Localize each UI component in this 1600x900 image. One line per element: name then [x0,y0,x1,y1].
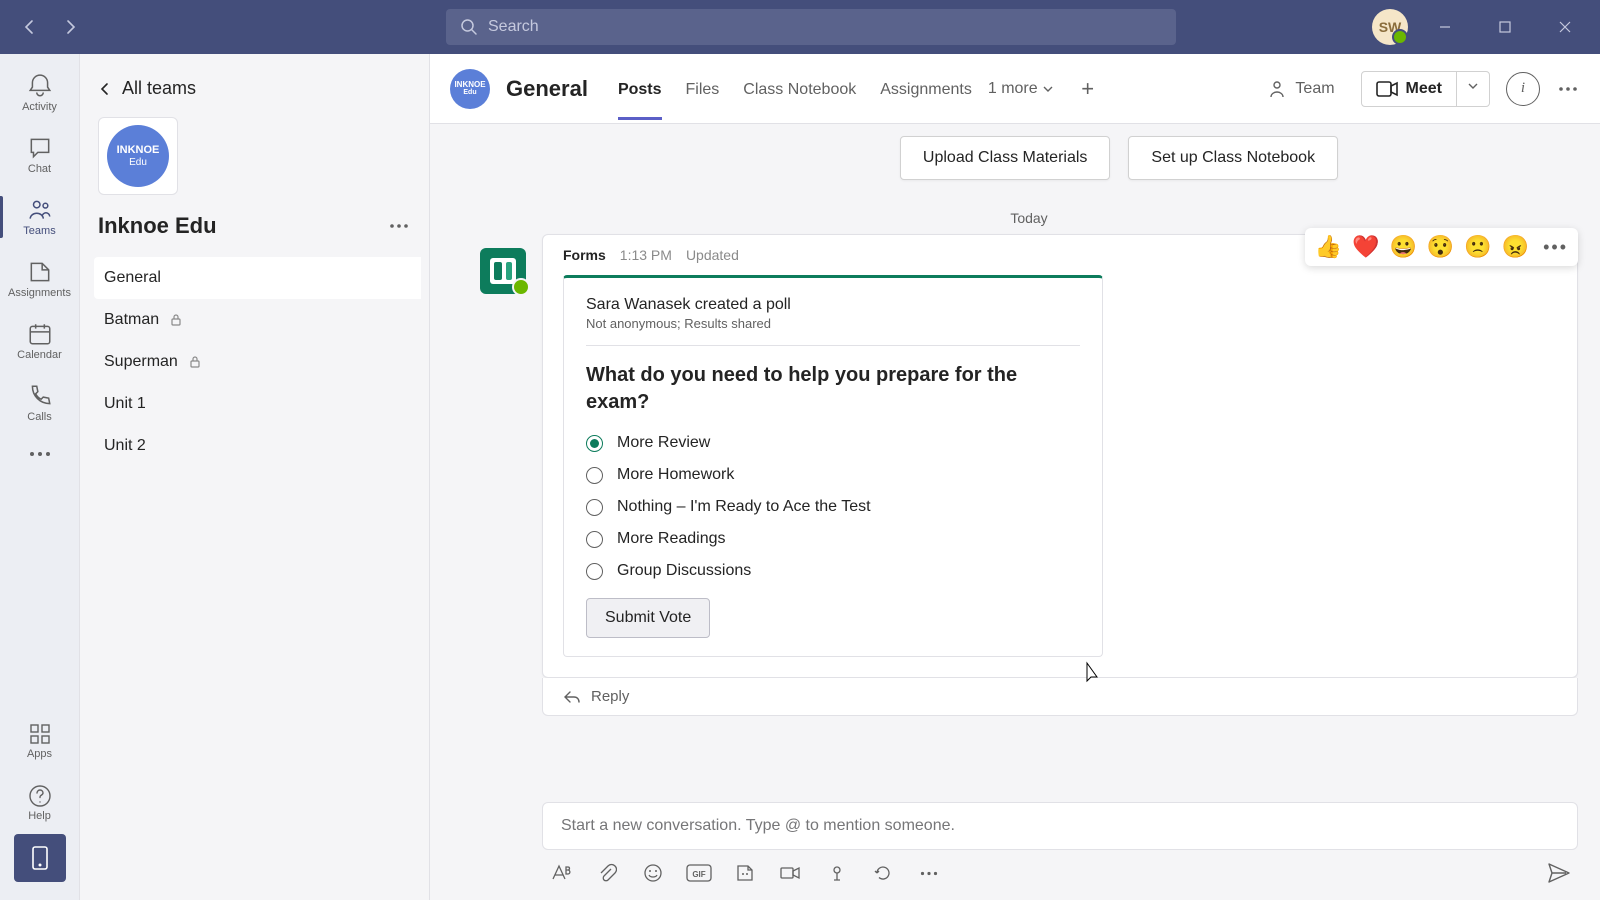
forms-app-avatar [480,248,526,294]
rail-activity[interactable]: Activity [0,62,80,124]
channel-header: INKNOEEdu General Posts Files Class Notebo… [430,54,1600,124]
window-maximize-button[interactable] [1482,9,1528,45]
reaction-more[interactable]: ••• [1539,237,1568,258]
tab-add-button[interactable]: + [1070,71,1106,107]
header-more-button[interactable] [1556,80,1580,98]
message-time: 1:13 PM [620,247,672,263]
radio-icon [586,499,603,516]
channel-avatar: INKNOEEdu [450,69,490,109]
rail-apps[interactable]: Apps [0,710,80,772]
team-name: Inknoe Edu [98,213,385,239]
poll-author: Sara Wanasek created a poll [586,296,1080,314]
titlebar: Search SW [0,0,1600,54]
rail-more[interactable] [0,434,80,474]
nav-forward-button[interactable] [52,9,88,45]
tabs-more[interactable]: 1 more [988,80,1054,98]
nav-back-button[interactable] [12,9,48,45]
radio-icon [586,531,603,548]
svg-text:GIF: GIF [692,870,705,879]
reaction-laugh[interactable]: 😀 [1389,234,1416,260]
radio-icon [586,467,603,484]
meet-button[interactable]: Meet [1362,72,1456,106]
tab-class-notebook[interactable]: Class Notebook [743,59,856,119]
chevron-down-icon [1042,83,1054,95]
meetnow-button[interactable] [778,860,804,886]
reaction-heart[interactable]: ❤️ [1352,234,1379,260]
tab-posts[interactable]: Posts [618,59,662,119]
poll-option[interactable]: Group Discussions [586,562,1080,580]
channel-general[interactable]: General [94,257,421,299]
user-avatar[interactable]: SW [1372,9,1408,45]
main-area: INKNOEEdu General Posts Files Class Notebo… [430,54,1600,900]
sticker-button[interactable] [732,860,758,886]
lock-icon [169,313,183,327]
poll-question: What do you need to help you prepare for… [586,362,1080,416]
team-logo[interactable]: INKNOEEdu [98,117,178,195]
poll-option[interactable]: Nothing – I'm Ready to Ace the Test [586,498,1080,516]
channel-title: General [506,76,588,102]
reaction-bar: 👍 ❤️ 😀 😯 🙁 😠 ••• [1305,228,1578,266]
radio-icon [586,435,603,452]
submit-vote-button[interactable]: Submit Vote [586,598,710,638]
channel-unit-1[interactable]: Unit 1 [94,383,421,425]
rail-calendar[interactable]: Calendar [0,310,80,372]
reaction-angry[interactable]: 😠 [1502,234,1529,260]
stream-button[interactable] [824,860,850,886]
reaction-surprised[interactable]: 😯 [1427,234,1454,260]
lock-icon [188,355,202,369]
chevron-down-icon [1467,80,1479,92]
reaction-thumbsup[interactable]: 👍 [1315,234,1342,260]
rail-help[interactable]: Help [0,772,80,834]
poll-option[interactable]: More Readings [586,530,1080,548]
date-separator: Today [480,210,1578,226]
poll-card: Sara Wanasek created a poll Not anonymou… [563,275,1103,657]
attach-button[interactable] [594,860,620,886]
all-teams-back[interactable]: All teams [94,68,421,117]
format-button[interactable] [548,860,574,886]
tab-files[interactable]: Files [686,59,720,119]
search-icon [460,18,478,36]
team-info-button[interactable]: Team [1257,73,1344,105]
info-button[interactable]: i [1506,72,1540,106]
gif-button[interactable]: GIF [686,860,712,886]
compose-area: Start a new conversation. Type @ to ment… [542,802,1578,886]
message-app-name: Forms [563,247,606,263]
poll-subtext: Not anonymous; Results shared [586,316,1080,346]
chevron-left-icon [98,82,112,96]
radio-icon [586,563,603,580]
rail-assignments[interactable]: Assignments [0,248,80,310]
message-status: Updated [686,247,739,263]
reply-button[interactable]: Reply [542,678,1578,716]
channel-batman[interactable]: Batman [94,299,421,341]
rail-chat[interactable]: Chat [0,124,80,186]
message-card: Forms 1:13 PM Updated Sara Wanasek creat… [542,234,1578,678]
compose-more-button[interactable] [916,860,942,886]
reply-icon [563,689,581,705]
team-more-button[interactable] [385,219,413,233]
loop-button[interactable] [870,860,896,886]
search-input[interactable]: Search [446,9,1176,45]
poll-option[interactable]: More Homework [586,466,1080,484]
reaction-sad[interactable]: 🙁 [1464,234,1491,260]
rail-teams[interactable]: Teams [0,186,80,248]
poll-option[interactable]: More Review [586,434,1080,452]
upload-materials-button[interactable]: Upload Class Materials [900,136,1111,180]
window-close-button[interactable] [1542,9,1588,45]
team-panel: All teams INKNOEEdu Inknoe Edu GeneralBa… [80,54,430,900]
rail-mobile-button[interactable] [14,834,66,882]
rail-calls[interactable]: Calls [0,372,80,434]
channel-unit-2[interactable]: Unit 2 [94,425,421,467]
channel-superman[interactable]: Superman [94,341,421,383]
meet-dropdown[interactable] [1456,72,1489,106]
tab-assignments[interactable]: Assignments [880,59,972,119]
setup-notebook-button[interactable]: Set up Class Notebook [1128,136,1338,180]
app-rail: Activity Chat Teams Assignments Calendar… [0,54,80,900]
window-minimize-button[interactable] [1422,9,1468,45]
compose-input[interactable]: Start a new conversation. Type @ to ment… [542,802,1578,850]
emoji-button[interactable] [640,860,666,886]
video-icon [1376,81,1398,97]
team-icon [1267,79,1287,99]
send-button[interactable] [1546,860,1572,886]
